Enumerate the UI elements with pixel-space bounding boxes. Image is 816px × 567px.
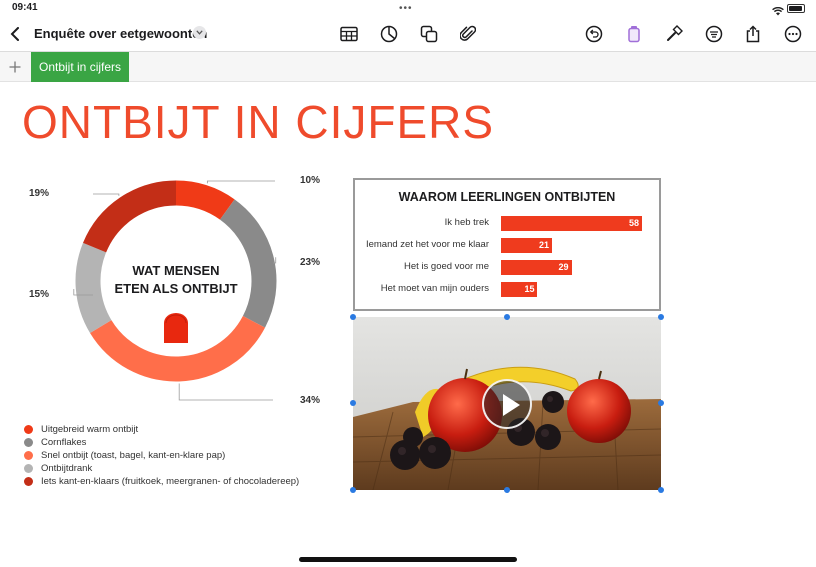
format-brush-icon [628,26,640,43]
chevron-down-icon[interactable] [193,26,206,39]
bar-row: Ik heb trek 58 [355,216,659,231]
ellipsis-circle-icon [784,25,802,43]
page-title: ONTBIJT IN CIJFERS [22,96,495,148]
legend-label: Cornflakes [41,437,87,448]
donut-chart-title: WAT MENSEN ETEN ALS ONTBIJT [110,262,242,298]
legend-swatch [24,464,33,473]
bar-label: Iemand zet het voor me klaar [365,239,489,250]
pct-label-1: 10% [300,175,321,186]
bar-label: Het is goed voor me [403,261,489,272]
donut-title-line-2: ETEN ALS ONTBIJT [114,281,238,296]
bar: 21 [501,238,553,253]
undo-icon [585,25,603,43]
pct-label-3: 34% [300,395,321,406]
plus-icon [9,61,21,73]
comments-button[interactable] [702,22,726,46]
legend-item: Iets kant-en-klaars (fruitkoek, meergran… [24,475,299,488]
donut-slice [175,180,235,220]
legend-label: Snel ontbijt (toast, bagel, kant-en-klar… [41,450,226,461]
hammer-icon [667,25,683,41]
legend-swatch [24,477,33,486]
table-button[interactable] [337,22,361,46]
table-icon [340,26,358,42]
status-time: 09:41 [12,2,38,13]
bar: 58 [501,216,642,231]
multitasking-dots-icon[interactable]: ••• [399,3,413,14]
shape-button[interactable] [417,22,441,46]
toolbar: Enquête over eetgewoonten [0,16,816,52]
selection-handle[interactable] [504,487,510,493]
legend-swatch [24,451,33,460]
legend-item: Cornflakes [24,436,299,449]
share-button[interactable] [741,22,765,46]
selection-handle[interactable] [504,314,510,320]
bar-row: Het is goed voor me 29 [355,260,659,275]
selection-handle[interactable] [350,487,356,493]
chart-legend: Uitgebreid warm ontbijt Cornflakes Snel … [24,423,299,488]
sheet-tab-bar: Ontbijt in cijfers [0,52,816,82]
donut-title-line-1: WAT MENSEN [132,263,220,278]
selection-handle[interactable] [658,314,664,320]
legend-item: Snel ontbijt (toast, bagel, kant-en-klar… [24,449,299,462]
share-icon [746,25,760,43]
format-button[interactable] [622,22,646,46]
pct-label-4: 15% [29,289,50,300]
add-sheet-button[interactable] [6,58,24,76]
legend-item: Uitgebreid warm ontbijt [24,423,299,436]
more-button[interactable] [781,22,805,46]
legend-item: Ontbijtdrank [24,462,299,475]
legend-label: Uitgebreid warm ontbijt [41,424,139,435]
bar-label: Het moet van mijn ouders [380,283,489,294]
bar-chart[interactable]: WAAROM LEERLINGEN ONTBIJTEN Ik heb trek … [353,178,661,311]
bar: 29 [501,260,572,275]
selection-handle[interactable] [658,487,664,493]
legend-swatch [24,425,33,434]
chart-icon [380,25,398,43]
bar: 15 [501,282,538,297]
paperclip-icon [460,25,476,41]
undo-button[interactable] [582,22,606,46]
selection-handle[interactable] [350,314,356,320]
bar-row: Iemand zet het voor me klaar 21 [355,238,659,253]
bar-label: Ik heb trek [444,217,489,228]
back-button[interactable] [4,22,28,46]
donut-slice [75,242,112,334]
bar-chart-title: WAAROM LEERLINGEN ONTBIJTEN [398,190,616,204]
battery-icon [787,4,805,13]
status-bar: 09:41 ••• [0,0,816,16]
selection-handle[interactable] [658,400,664,406]
leader-line [178,383,273,401]
list-circle-icon [705,25,723,43]
tab-ontbijt-in-cijfers[interactable]: Ontbijt in cijfers [31,52,130,82]
pct-label-2: 23% [300,257,321,268]
legend-label: Iets kant-en-klaars (fruitkoek, meergran… [41,476,300,487]
bar-value-label: 21 [539,240,550,250]
leader-line [206,180,275,184]
bar-value-label: 15 [524,284,535,294]
shapes-icon [420,25,438,43]
bar-value-label: 58 [628,218,639,228]
chevron-left-icon [10,27,19,41]
pct-label-5: 19% [29,188,50,199]
legend-label: Ontbijtdrank [41,463,93,474]
leader-line [93,193,120,196]
media-button[interactable] [456,22,480,46]
selection-handle[interactable] [350,400,356,406]
play-button[interactable] [482,379,532,429]
bar-row: Het moet van mijn ouders 15 [355,282,659,297]
chart-button[interactable] [377,22,401,46]
donut-slice [83,180,177,253]
document-title[interactable]: Enquête over eetgewoonten [34,26,207,41]
bar-value-label: 29 [558,262,569,272]
home-indicator[interactable] [299,557,517,562]
toast-icon [164,313,188,343]
legend-swatch [24,438,33,447]
animate-button[interactable] [662,22,686,46]
